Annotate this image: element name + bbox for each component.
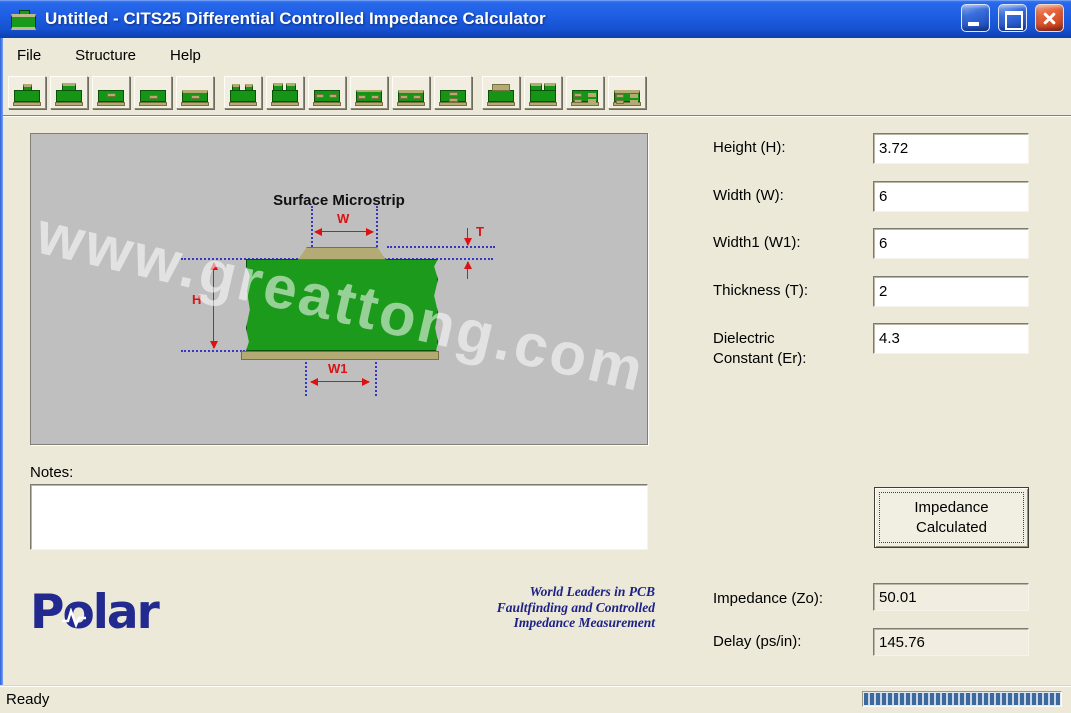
pcb-substrate	[246, 259, 438, 351]
title-bar: Untitled - CITS25 Differential Controlle…	[0, 0, 1071, 38]
structure-toolbar	[0, 72, 1071, 116]
diff-surface-microstrip-icon	[228, 82, 258, 106]
menu-bar: File Structure Help	[0, 38, 1071, 72]
toolbar-group-single	[8, 76, 214, 109]
toolbar-button-diff-embedded-microstrip[interactable]	[308, 76, 346, 109]
impedance-calculated-button-label: Impedance Calculated	[879, 492, 1024, 543]
diff-offset-stripline-icon	[396, 82, 426, 106]
app-icon	[10, 9, 37, 30]
notes-textarea[interactable]	[30, 484, 648, 550]
progress-bar-fill	[864, 693, 1060, 705]
guide-line-w1-left	[305, 362, 307, 396]
stripline-icon	[138, 82, 168, 106]
status-text: Ready	[6, 691, 49, 708]
coated-coplanar-icon	[528, 82, 558, 106]
progress-bar	[862, 691, 1062, 707]
polar-logo: Polar	[30, 588, 180, 642]
toolbar-button-embedded-coplanar[interactable]	[566, 76, 604, 109]
dim-t-label: T	[476, 224, 484, 239]
menu-structure[interactable]: Structure	[71, 45, 140, 66]
embedded-microstrip-icon	[96, 82, 126, 106]
toolbar-button-surface-coplanar[interactable]	[482, 76, 520, 109]
delay-result-label: Delay (ps/in):	[713, 633, 873, 650]
notes-label: Notes:	[30, 464, 130, 481]
width-input[interactable]	[873, 181, 1029, 212]
diagram-title: Surface Microstrip	[31, 192, 647, 209]
pcb-ground-layer	[241, 351, 439, 360]
polar-logo-text: Polar	[30, 588, 180, 638]
dim-h-label: H	[192, 292, 201, 307]
minimize-button[interactable]	[961, 4, 990, 32]
surface-microstrip-icon	[12, 82, 42, 106]
thickness-label: Thickness (T):	[713, 282, 863, 299]
dim-t-arrow-bottom	[467, 262, 468, 279]
tagline-line-1: World Leaders in PCB	[395, 584, 655, 600]
toolbar-button-diff-stripline[interactable]	[350, 76, 388, 109]
diff-stripline-icon	[354, 82, 384, 106]
toolbar-button-offset-stripline[interactable]	[176, 76, 214, 109]
impedance-calculated-button[interactable]: Impedance Calculated	[874, 487, 1029, 548]
delay-result-field[interactable]	[873, 628, 1029, 656]
toolbar-group-differential	[224, 76, 472, 109]
menu-help[interactable]: Help	[166, 45, 205, 66]
impedance-result-field[interactable]	[873, 583, 1029, 611]
dim-w1-label: W1	[328, 361, 348, 376]
diff-broadside-stripline-icon	[438, 82, 468, 106]
thickness-input[interactable]	[873, 276, 1029, 307]
width-label: Width (W):	[713, 187, 863, 204]
menu-file[interactable]: File	[13, 45, 45, 66]
dielectric-constant-label: Dielectric Constant (Er):	[713, 329, 835, 369]
polar-pulse-icon	[61, 608, 87, 628]
width1-input[interactable]	[873, 228, 1029, 259]
height-input[interactable]	[873, 133, 1029, 164]
guide-line-w1-right	[375, 362, 377, 396]
close-button[interactable]	[1035, 4, 1064, 32]
surface-coplanar-icon	[486, 82, 516, 106]
embedded-coplanar-icon	[570, 82, 600, 106]
brand-tagline: World Leaders in PCB Faultfinding and Co…	[395, 584, 655, 631]
guide-line-w-left	[311, 206, 313, 247]
dim-h-arrow	[213, 263, 214, 348]
dim-t-arrow-top	[467, 228, 468, 245]
toolbar-button-surface-microstrip[interactable]	[8, 76, 46, 109]
maximize-button[interactable]	[998, 4, 1027, 32]
guide-line-w-right	[376, 206, 378, 247]
toolbar-button-coplanar-stripline[interactable]	[608, 76, 646, 109]
dim-w-label: W	[337, 211, 349, 226]
toolbar-button-coated-coplanar[interactable]	[524, 76, 562, 109]
diff-embedded-microstrip-icon	[312, 82, 342, 106]
offset-stripline-icon	[180, 82, 210, 106]
dielectric-constant-input[interactable]	[873, 323, 1029, 354]
width1-label: Width1 (W1):	[713, 234, 863, 251]
guide-line-trace-top	[387, 246, 495, 248]
structure-diagram-panel: Surface Microstrip W W1 H T	[30, 133, 648, 445]
toolbar-button-coated-microstrip[interactable]	[50, 76, 88, 109]
dim-w-arrow	[315, 231, 373, 232]
app-window: Untitled - CITS25 Differential Controlle…	[0, 0, 1071, 713]
diff-coated-microstrip-icon	[270, 82, 300, 106]
toolbar-button-diff-coated-microstrip[interactable]	[266, 76, 304, 109]
dim-w1-arrow	[311, 381, 369, 382]
toolbar-button-embedded-microstrip[interactable]	[92, 76, 130, 109]
toolbar-group-coplanar	[482, 76, 646, 109]
impedance-result-label: Impedance (Zo):	[713, 590, 873, 607]
pcb-trace	[298, 247, 386, 260]
toolbar-button-diff-offset-stripline[interactable]	[392, 76, 430, 109]
toolbar-button-diff-broadside-stripline[interactable]	[434, 76, 472, 109]
height-label: Height (H):	[713, 139, 863, 156]
status-bar: Ready	[0, 685, 1071, 713]
coplanar-stripline-icon	[612, 82, 642, 106]
tagline-line-3: Impedance Measurement	[395, 615, 655, 631]
guide-line-substrate-bottom	[181, 350, 245, 352]
window-left-border	[0, 38, 3, 685]
toolbar-button-diff-surface-microstrip[interactable]	[224, 76, 262, 109]
coated-microstrip-icon	[54, 82, 84, 106]
toolbar-button-stripline[interactable]	[134, 76, 172, 109]
window-title: Untitled - CITS25 Differential Controlle…	[45, 9, 546, 29]
tagline-line-2: Faultfinding and Controlled	[395, 600, 655, 616]
